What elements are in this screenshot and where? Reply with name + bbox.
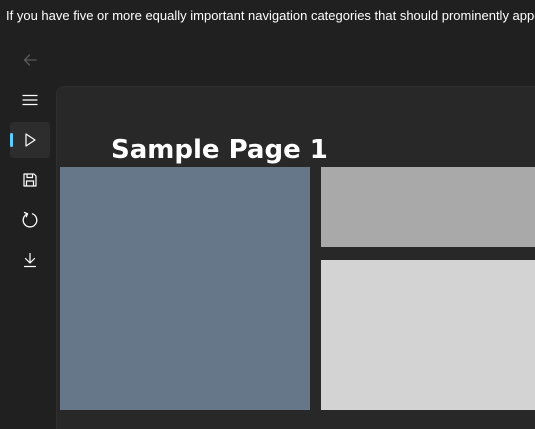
refresh-icon	[21, 211, 39, 229]
play-icon	[22, 132, 38, 148]
page-title: Sample Page 1	[111, 135, 328, 165]
nav-pane	[0, 40, 56, 429]
menu-toggle-button[interactable]	[10, 82, 50, 118]
description-text: If you have five or more equally importa…	[6, 8, 535, 23]
save-icon	[22, 172, 38, 188]
back-button[interactable]	[10, 42, 50, 78]
nav-item-play[interactable]	[10, 122, 50, 158]
large-color-rectangle	[60, 167, 310, 410]
nav-item-download[interactable]	[10, 242, 50, 278]
back-arrow-icon	[22, 52, 38, 68]
hamburger-menu-icon	[22, 92, 38, 108]
selection-indicator	[10, 133, 13, 147]
download-icon	[22, 252, 38, 268]
nav-item-save[interactable]	[10, 162, 50, 198]
top-color-rectangle	[321, 167, 535, 247]
nav-item-refresh[interactable]	[10, 202, 50, 238]
bottom-color-rectangle	[321, 260, 535, 410]
